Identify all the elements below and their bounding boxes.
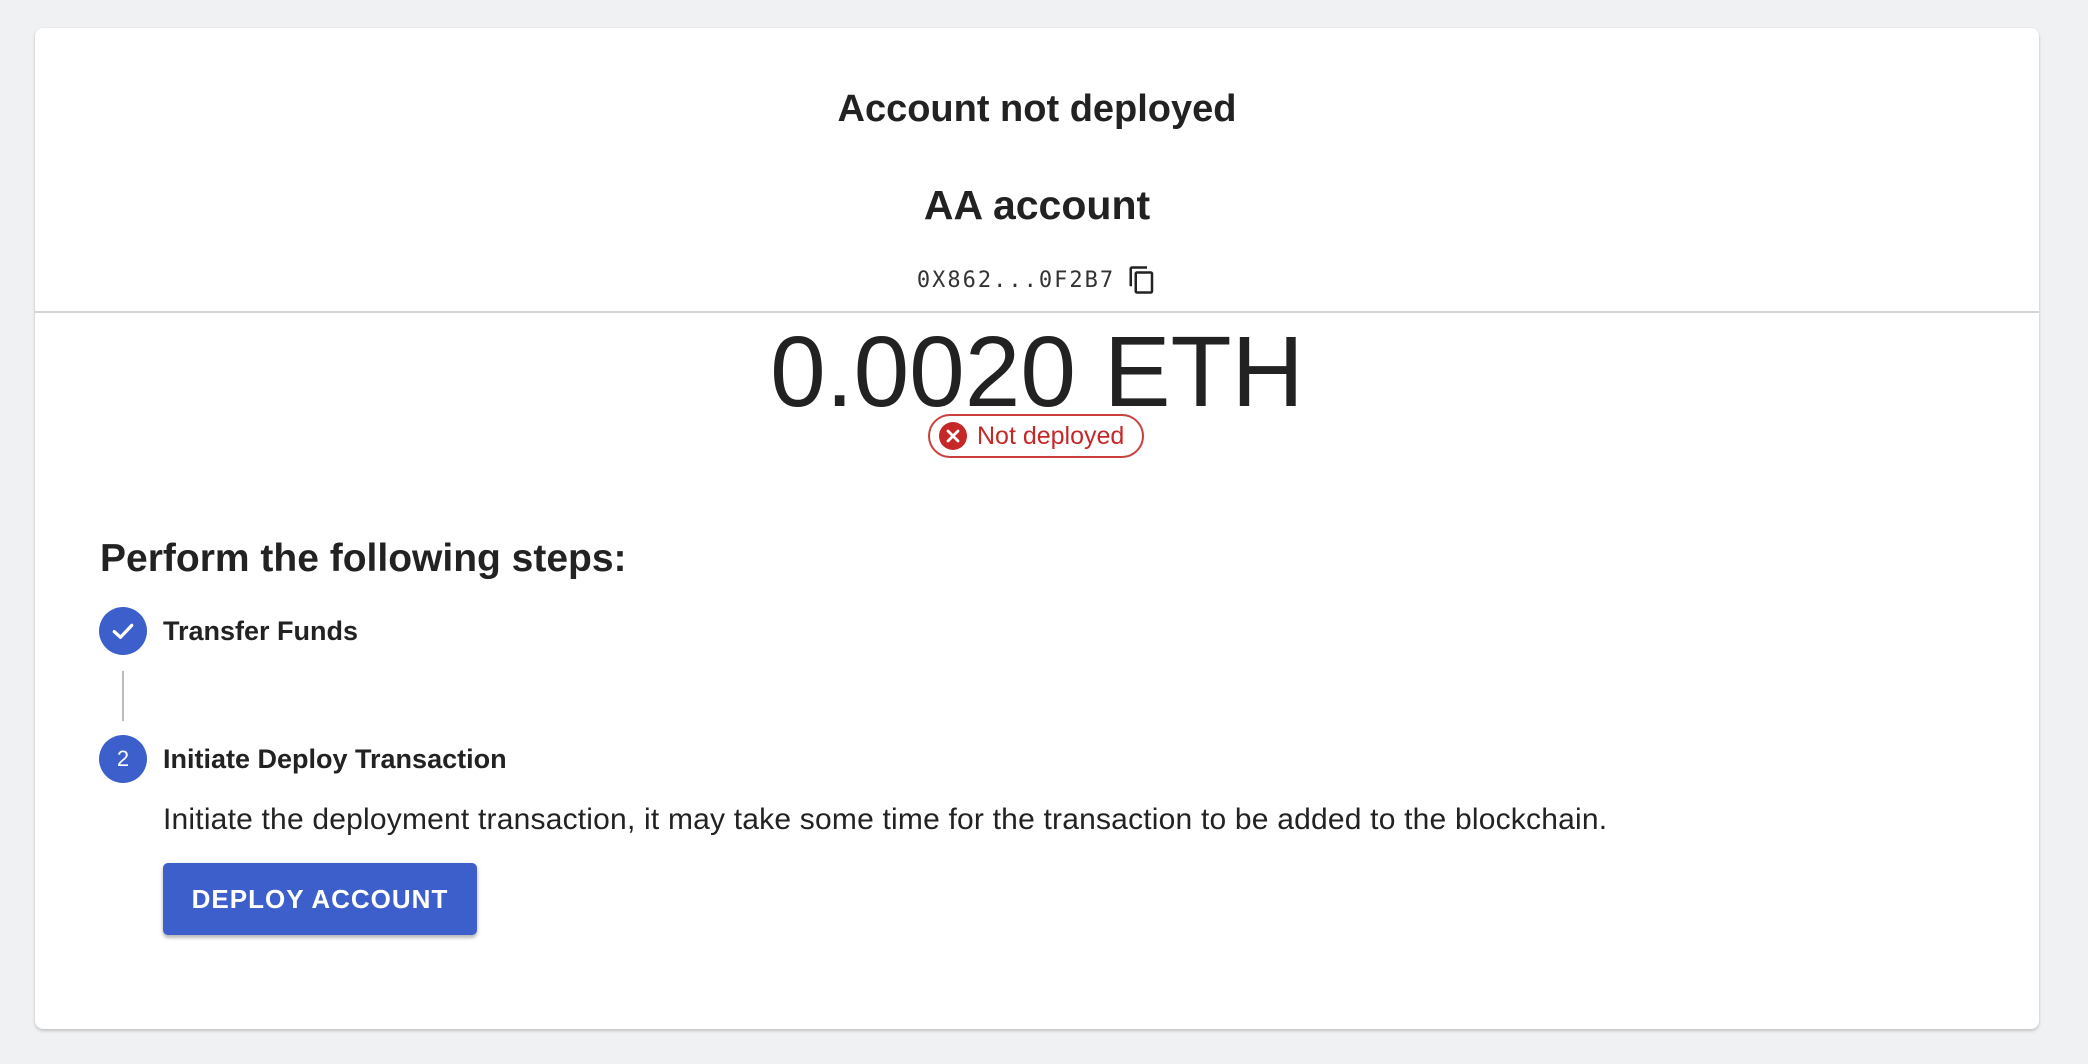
account-card: Account not deployed AA account 0X862...… xyxy=(35,28,2039,1029)
step-description: Initiate the deployment transaction, it … xyxy=(163,803,1608,836)
page-title: Account not deployed xyxy=(837,88,1237,130)
account-name: AA account xyxy=(923,182,1151,228)
status-label: Not deployed xyxy=(977,421,1125,450)
step-label-transfer-funds: Transfer Funds xyxy=(163,616,359,646)
step-connector xyxy=(122,671,124,721)
check-icon xyxy=(108,616,138,646)
step-number: 2 xyxy=(116,746,130,771)
content-copy-icon[interactable] xyxy=(1127,264,1157,296)
step-label-initiate-deploy: Initiate Deploy Transaction xyxy=(163,744,507,774)
account-address: 0X862...0F2B7 xyxy=(916,267,1116,293)
step-number-indicator: 2 xyxy=(99,735,147,783)
address-row: 0X862...0F2B7 xyxy=(35,264,2039,296)
balance-amount: 0.0020 ETH xyxy=(770,316,1304,428)
deploy-account-button[interactable]: DEPLOY ACCOUNT xyxy=(163,863,477,935)
step-completed-indicator xyxy=(99,607,147,655)
steps-heading: Perform the following steps: xyxy=(100,537,627,580)
header-divider xyxy=(35,311,2039,313)
status-badge: Not deployed xyxy=(928,414,1144,458)
cancel-icon xyxy=(938,421,968,451)
